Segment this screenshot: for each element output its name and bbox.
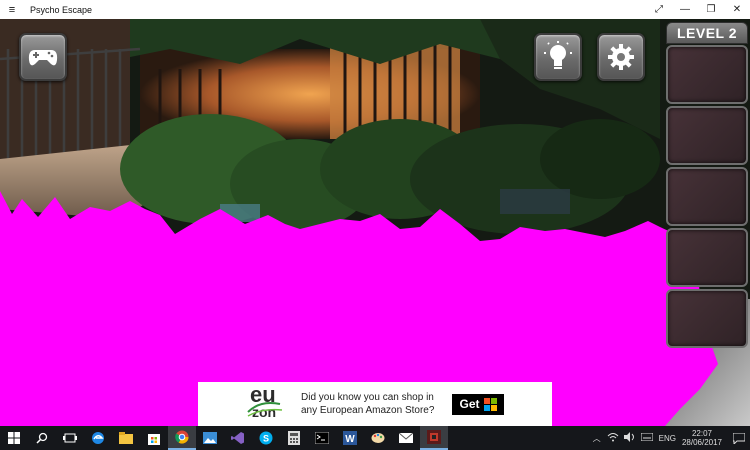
volume-icon[interactable]: [623, 432, 636, 444]
level-indicator: LEVEL 2: [666, 22, 748, 44]
game-viewport[interactable]: LEVEL 2 eu zon Did you know you can shop…: [0, 19, 750, 426]
clock[interactable]: 22:07 28/06/2017: [682, 429, 722, 447]
network-icon[interactable]: [607, 432, 619, 444]
fullscreen-icon[interactable]: ⤢: [646, 0, 672, 19]
language-indicator[interactable]: ENG: [659, 434, 676, 443]
mail-icon[interactable]: [392, 426, 420, 450]
settings-button[interactable]: [597, 33, 645, 81]
clock-date: 28/06/2017: [681, 438, 722, 447]
inventory-panel: LEVEL 2: [664, 19, 750, 426]
inventory-slot-1[interactable]: [666, 45, 748, 104]
inventory-slot-3[interactable]: [666, 167, 748, 226]
gamepad-icon: [28, 50, 58, 66]
action-center-icon[interactable]: [728, 426, 750, 450]
edge-icon[interactable]: [84, 426, 112, 450]
task-view-icon[interactable]: [56, 426, 84, 450]
svg-text:W: W: [345, 434, 355, 445]
gamepad-menu-button[interactable]: [19, 33, 67, 81]
svg-text:S: S: [263, 434, 269, 444]
ad-message: Did you know you can shop in any Europea…: [301, 392, 435, 416]
word-icon[interactable]: W: [336, 426, 364, 450]
show-hidden-icons-chevron-icon[interactable]: ︿: [593, 433, 601, 444]
store-icon[interactable]: [140, 426, 168, 450]
euzon-logo-graphic: [247, 402, 283, 417]
hint-button[interactable]: [534, 33, 582, 81]
windows-store-logo-icon: [483, 397, 497, 411]
euzon-logo: eu zon: [246, 382, 306, 426]
taskbar: S W ︿ ENG 22:07 28/06/2017: [0, 426, 750, 450]
inventory-slot-2[interactable]: [666, 106, 748, 165]
ad-banner[interactable]: eu zon Did you know you can shop in any …: [198, 382, 552, 426]
photos-icon[interactable]: [196, 426, 224, 450]
hamburger-menu-icon[interactable]: ≡: [0, 0, 24, 19]
paint-icon[interactable]: [364, 426, 392, 450]
lightbulb-icon: [544, 41, 572, 69]
inventory-slot-5[interactable]: [666, 289, 748, 348]
window-title: Psycho Escape: [30, 4, 93, 15]
psycho-escape-icon[interactable]: [420, 426, 448, 450]
system-tray: ︿ ENG 22:07 28/06/2017: [593, 426, 750, 450]
restore-button[interactable]: ❐: [698, 0, 724, 19]
gear-icon: [608, 44, 634, 70]
clock-time: 22:07: [691, 429, 712, 438]
close-button[interactable]: ✕: [724, 0, 750, 19]
calculator-icon[interactable]: [280, 426, 308, 450]
start-icon[interactable]: [0, 426, 28, 450]
inventory-slot-4[interactable]: [666, 228, 748, 287]
ad-get-button[interactable]: Get: [452, 393, 504, 415]
visual-studio-icon[interactable]: [224, 426, 252, 450]
chrome-icon[interactable]: [168, 426, 196, 450]
title-bar: ≡ Psycho Escape ⤢ — ❐ ✕: [0, 0, 750, 19]
command-prompt-icon[interactable]: [308, 426, 336, 450]
search-icon[interactable]: [28, 426, 56, 450]
keyboard-icon[interactable]: [640, 432, 654, 443]
skype-icon[interactable]: S: [252, 426, 280, 450]
minimize-button[interactable]: —: [672, 0, 698, 19]
file-explorer-icon[interactable]: [112, 426, 140, 450]
screen: ≡ Psycho Escape ⤢ — ❐ ✕ LEVEL 2 eu zon D…: [0, 0, 750, 450]
